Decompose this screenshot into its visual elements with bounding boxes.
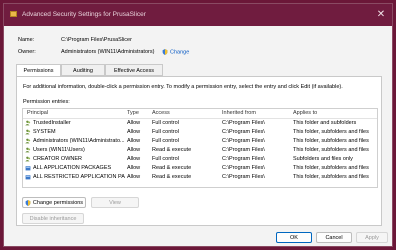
cell-type: Allow — [127, 156, 141, 162]
cell-inherited-from: C:\Program Files\ — [222, 165, 265, 171]
name-value: C:\Program Files\PrusaSlicer — [61, 37, 132, 43]
cell-inherited-from: C:\Program Files\ — [222, 138, 265, 144]
cell-access: Full control — [152, 120, 179, 126]
cell-type: Allow — [127, 174, 141, 180]
tab-auditing[interactable]: Auditing — [61, 64, 105, 76]
cell-applies-to: Subfolders and files only — [293, 156, 353, 162]
cell-access: Read & execute — [152, 147, 192, 153]
table-row[interactable]: Administrators (WIN11\Administrato... All… — [23, 137, 377, 146]
cell-access: Full control — [152, 156, 179, 162]
cell-inherited-from: C:\Program Files\ — [222, 129, 265, 135]
cell-applies-to: This folder and subfolders — [293, 120, 357, 126]
cell-applies-to: This folder, subfolders and files — [293, 147, 369, 153]
cell-access: Full control — [152, 138, 179, 144]
cell-principal: Administrators (WIN11\Administrato... — [33, 138, 125, 144]
cell-principal: CREATOR OWNER — [33, 156, 82, 162]
shield-icon — [25, 199, 31, 206]
column-principal[interactable]: Principal — [27, 110, 48, 116]
cell-type: Allow — [127, 147, 141, 153]
cell-inherited-from: C:\Program Files\ — [222, 156, 265, 162]
cell-principal: ALL APPLICATION PACKAGES — [33, 165, 112, 171]
cell-applies-to: This folder, subfolders and files — [293, 174, 369, 180]
package-icon — [25, 166, 31, 171]
cell-inherited-from: C:\Program Files\ — [222, 174, 265, 180]
cell-applies-to: This folder, subfolders and files — [293, 129, 369, 135]
table-row[interactable]: CREATOR OWNER Allow Full control C:\Program… — [23, 155, 377, 164]
cell-type: Allow — [127, 120, 141, 126]
table-row[interactable]: SYSTEM Allow Full control C:\Program Files\… — [23, 128, 377, 137]
cell-type: Allow — [127, 129, 141, 135]
owner-value: Administrators (WIN11\Administrators) — [61, 49, 155, 55]
title-bar[interactable]: Advanced Security Settings for PrusaSlic… — [4, 4, 392, 26]
cell-applies-to: This folder, subfolders and files — [293, 165, 369, 171]
cancel-button[interactable]: Cancel — [316, 232, 352, 243]
cell-principal: Users (WIN11\Users) — [33, 147, 85, 153]
window-title: Advanced Security Settings for PrusaSlic… — [22, 11, 146, 18]
owner-label: Owner: — [18, 49, 36, 55]
disable-inheritance-button[interactable]: Disable inheritance — [22, 213, 84, 224]
cell-access: Read & execute — [152, 174, 192, 180]
permission-entries-label: Permission entries: — [23, 99, 70, 105]
ok-button[interactable]: OK — [276, 232, 312, 243]
column-applies-to[interactable]: Applies to — [293, 110, 317, 116]
change-permissions-button[interactable]: Change permissions — [22, 197, 86, 208]
folder-icon — [10, 11, 17, 17]
cell-access: Full control — [152, 129, 179, 135]
column-type[interactable]: Type — [127, 110, 139, 116]
shield-icon — [162, 49, 168, 55]
table-row[interactable]: TrustedInstaller Allow Full control C:\Prog… — [23, 119, 377, 128]
security-settings-window: Advanced Security Settings for PrusaSlic… — [3, 3, 393, 247]
change-permissions-label: Change permissions — [32, 200, 84, 206]
tab-effective-access[interactable]: Effective Access — [105, 64, 163, 76]
column-access[interactable]: Access — [152, 110, 170, 116]
change-owner-label: Change — [170, 49, 190, 56]
column-inherited-from[interactable]: Inherited from — [222, 110, 256, 116]
table-row[interactable]: Users (WIN11\Users) Allow Read & execute C:… — [23, 146, 377, 155]
users-icon — [25, 129, 31, 135]
view-button[interactable]: View — [91, 197, 139, 208]
table-row[interactable]: ALL RESTRICTED APPLICATION PA... Allow Rea… — [23, 173, 377, 182]
cell-principal: ALL RESTRICTED APPLICATION PA... — [33, 174, 125, 180]
name-label: Name: — [18, 37, 35, 43]
change-owner-link[interactable]: Change — [162, 49, 189, 55]
cell-inherited-from: C:\Program Files\ — [222, 147, 265, 153]
users-icon — [25, 138, 31, 144]
users-icon — [25, 120, 31, 126]
cell-access: Read & execute — [152, 165, 192, 171]
cell-applies-to: This folder, subfolders and files — [293, 138, 369, 144]
users-icon — [25, 147, 31, 153]
cell-principal: TrustedInstaller — [33, 120, 71, 126]
table-header: Principal Type Access Inherited from App… — [23, 109, 377, 119]
cell-principal: SYSTEM — [33, 129, 56, 135]
cell-inherited-from: C:\Program Files\ — [222, 120, 265, 126]
cell-type: Allow — [127, 165, 141, 171]
table-row[interactable]: ALL APPLICATION PACKAGES Allow Read & exec… — [23, 164, 377, 173]
package-icon — [25, 175, 31, 180]
permission-entries-table[interactable]: Principal Type Access Inherited from App… — [22, 108, 378, 188]
users-icon — [25, 156, 31, 162]
close-button[interactable]: ✕ — [374, 8, 388, 21]
cell-type: Allow — [127, 138, 141, 144]
apply-button[interactable]: Apply — [356, 232, 388, 243]
permissions-panel: For additional information, double-click… — [16, 76, 382, 226]
info-text: For additional information, double-click… — [23, 84, 343, 90]
